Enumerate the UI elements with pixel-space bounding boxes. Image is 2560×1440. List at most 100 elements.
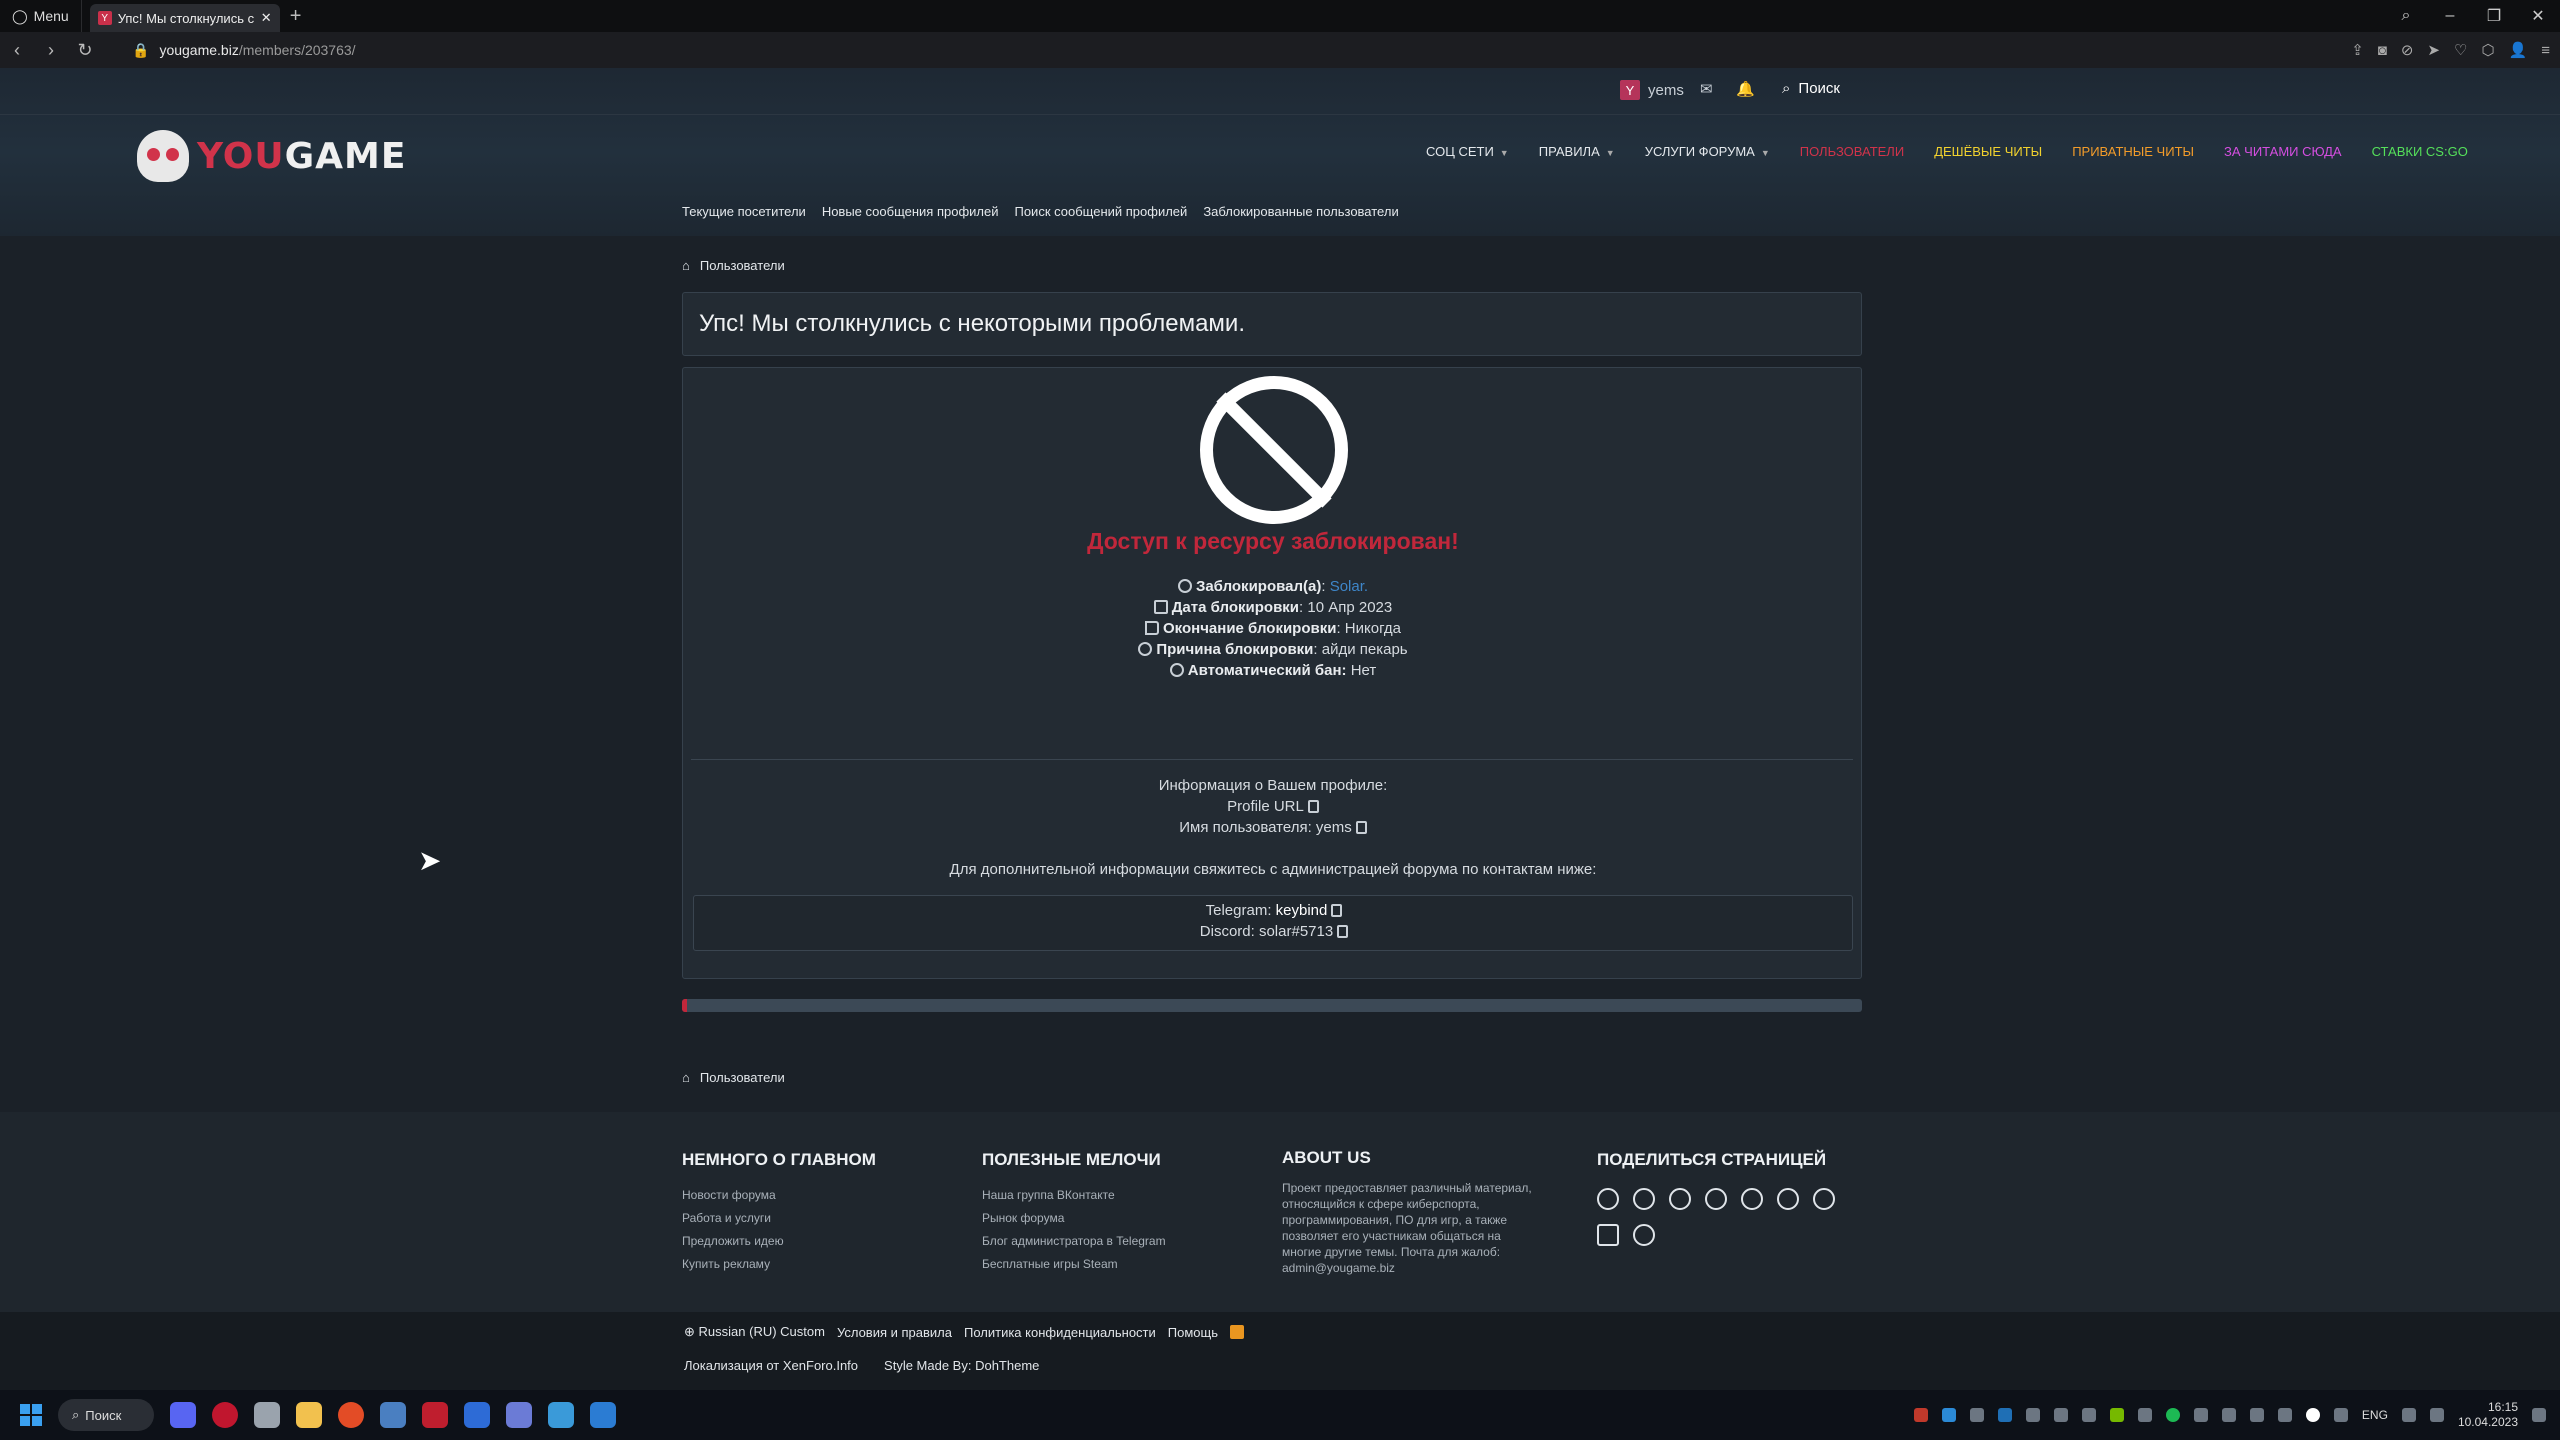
nav-cheap-cheats[interactable]: ДЕШЁВЫЕ ЧИТЫ (1934, 144, 2042, 159)
extensions-icon[interactable]: ⬡ (2481, 41, 2494, 59)
heart-icon[interactable]: ♡ (2454, 41, 2467, 59)
subnav-current-visitors[interactable]: Текущие посетители (682, 204, 806, 219)
filezilla-icon[interactable] (422, 1402, 448, 1428)
bell-icon[interactable]: 🔔 (1736, 80, 1755, 98)
tray-icon[interactable] (2081, 1408, 2096, 1422)
tray-icon[interactable] (2277, 1408, 2292, 1422)
adblock-icon[interactable]: ⊘ (2401, 41, 2414, 59)
footer-link[interactable]: Рынок форума (982, 1211, 1166, 1225)
skype-icon[interactable] (1813, 1188, 1835, 1210)
back-button[interactable]: ‹ (0, 40, 34, 61)
file-explorer-icon[interactable] (296, 1402, 322, 1428)
moderator-link[interactable]: Solar. (1330, 578, 1368, 595)
battery-icon[interactable] (2249, 1408, 2264, 1422)
copy-icon[interactable] (1331, 904, 1343, 917)
home-icon[interactable]: ⌂ (682, 258, 690, 273)
vk-icon[interactable] (1597, 1188, 1619, 1210)
terms-link[interactable]: Условия и правила (837, 1325, 952, 1340)
close-window-button[interactable]: ✕ (2516, 6, 2560, 26)
profile-icon[interactable]: 👤 (2509, 41, 2528, 59)
nav-csgo-bets[interactable]: СТАВКИ CS:GO (2372, 144, 2468, 159)
localization-credit[interactable]: Локализация от XenForo.Info (684, 1358, 858, 1373)
camera-icon[interactable]: ◙ (2378, 42, 2387, 59)
breadcrumb-users[interactable]: Пользователи (700, 258, 785, 273)
nav-private-cheats[interactable]: ПРИВАТНЫЕ ЧИТЫ (2072, 144, 2194, 159)
nav-cheats-here[interactable]: ЗА ЧИТАМИ СЮДА (2224, 144, 2342, 159)
viber-icon[interactable] (1777, 1188, 1799, 1210)
tray-icon[interactable] (1913, 1408, 1928, 1422)
app-icon[interactable] (254, 1402, 280, 1428)
odnoklassniki-icon[interactable] (1633, 1188, 1655, 1210)
app-icon[interactable] (380, 1402, 406, 1428)
terminal-icon[interactable] (464, 1402, 490, 1428)
link-icon[interactable] (1633, 1224, 1655, 1246)
windows-start-icon[interactable] (20, 1404, 42, 1426)
shield-icon[interactable] (2137, 1408, 2152, 1422)
steam-icon[interactable] (1997, 1408, 2012, 1422)
browser-menu-button[interactable]: ◯ Menu (0, 0, 82, 32)
tray-icon[interactable] (2221, 1408, 2236, 1422)
whatsapp-icon[interactable] (1705, 1188, 1727, 1210)
nav-uslugi[interactable]: УСЛУГИ ФОРУМА ▼ (1645, 144, 1770, 159)
language-indicator[interactable]: ENG (2362, 1408, 2388, 1422)
copy-icon[interactable] (1337, 925, 1349, 938)
taskbar-search[interactable]: ⌕ Поиск (58, 1399, 154, 1431)
volume-icon[interactable] (2429, 1408, 2444, 1422)
cloud-icon[interactable] (2053, 1408, 2068, 1422)
copy-icon[interactable] (1307, 800, 1319, 813)
breadcrumb-users[interactable]: Пользователи (700, 1070, 785, 1085)
home-icon[interactable]: ⌂ (682, 1070, 690, 1085)
help-link[interactable]: Помощь (1168, 1325, 1218, 1340)
style-credit[interactable]: Style Made By: DohTheme (884, 1358, 1039, 1373)
send-icon[interactable]: ➤ (2427, 41, 2440, 59)
subnav-banned-users[interactable]: Заблокированные пользователи (1203, 204, 1398, 219)
app-icon[interactable] (590, 1402, 616, 1428)
tray-icon[interactable] (2193, 1408, 2208, 1422)
footer-link[interactable]: Купить рекламу (682, 1257, 876, 1271)
site-logo[interactable]: YOUGAME (137, 130, 406, 182)
footer-link[interactable]: Предложить идею (682, 1234, 876, 1248)
minimize-button[interactable]: – (2428, 7, 2472, 25)
url-field[interactable]: 🔒 yougame.biz/members/203763/ (132, 42, 356, 59)
copy-icon[interactable] (1355, 821, 1367, 834)
network-icon[interactable] (2401, 1408, 2416, 1422)
share-icon[interactable]: ⇪ (2351, 41, 2364, 59)
app-icon[interactable] (506, 1402, 532, 1428)
nvidia-icon[interactable] (2109, 1408, 2124, 1422)
tray-icon[interactable] (2025, 1408, 2040, 1422)
forward-button[interactable]: › (34, 40, 68, 61)
email-icon[interactable] (1597, 1224, 1619, 1246)
subnav-search-profile-posts[interactable]: Поиск сообщений профилей (1014, 204, 1187, 219)
tray-icon[interactable] (2305, 1408, 2320, 1422)
footer-link[interactable]: Наша группа ВКонтакте (982, 1188, 1166, 1202)
clock[interactable]: 16:15 10.04.2023 (2458, 1400, 2518, 1430)
language-chooser[interactable]: ⊕ Russian (RU) Custom (684, 1324, 825, 1340)
footer-link[interactable]: Блог администратора в Telegram (982, 1234, 1166, 1248)
notifications-icon[interactable] (2532, 1408, 2546, 1422)
tray-icon[interactable] (1969, 1408, 1984, 1422)
browser-tab-active[interactable]: Y Упс! Мы столкнулись с не ✕ (89, 4, 280, 32)
search-tabs-icon[interactable]: ⌕ (2384, 7, 2428, 25)
nav-users[interactable]: ПОЛЬЗОВАТЕЛИ (1800, 144, 1904, 159)
reload-button[interactable]: ↻ (68, 40, 102, 61)
easy-setup-icon[interactable]: ≡ (2541, 42, 2550, 59)
spotify-icon[interactable] (2165, 1408, 2180, 1422)
new-tab-button[interactable]: + (290, 5, 302, 28)
discord-icon[interactable] (170, 1402, 196, 1428)
footer-link[interactable]: Работа и услуги (682, 1211, 876, 1225)
restore-button[interactable]: ❐ (2472, 6, 2516, 26)
inbox-icon[interactable]: ✉ (1700, 80, 1713, 98)
privacy-link[interactable]: Политика конфиденциальности (964, 1325, 1156, 1340)
footer-link[interactable]: Новости форума (682, 1188, 876, 1202)
telegram-icon[interactable] (1741, 1188, 1763, 1210)
mail-ru-icon[interactable] (1669, 1188, 1691, 1210)
microphone-icon[interactable] (2333, 1408, 2348, 1422)
chrome-icon[interactable] (338, 1402, 364, 1428)
opera-icon[interactable] (212, 1402, 238, 1428)
close-tab-icon[interactable]: ✕ (261, 10, 272, 26)
search-button[interactable]: ⌕ Поиск (1782, 80, 1840, 97)
nav-pravila[interactable]: ПРАВИЛА ▼ (1539, 144, 1615, 159)
app-icon[interactable] (548, 1402, 574, 1428)
rss-icon[interactable] (1230, 1325, 1244, 1339)
footer-link[interactable]: Бесплатные игры Steam (982, 1257, 1166, 1271)
